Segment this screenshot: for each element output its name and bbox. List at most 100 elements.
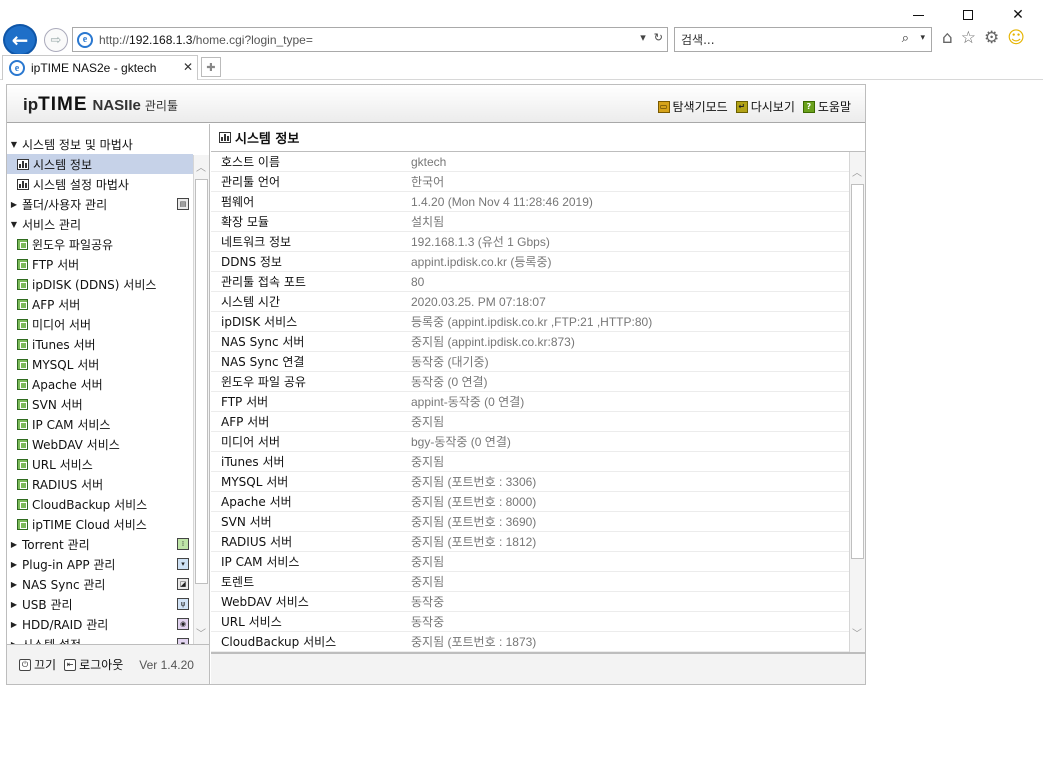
sidebar-item-cloudbackup[interactable]: CloudBackup 서비스: [7, 494, 193, 514]
version-label: Ver 1.4.20: [139, 657, 194, 672]
info-key: WebDAV 서비스: [221, 595, 309, 609]
chart-icon: [219, 132, 231, 143]
address-text[interactable]: http://192.168.1.3/home.cgi?login_type=: [99, 33, 313, 47]
logout-button[interactable]: ⇤ 로그아웃: [64, 656, 123, 673]
new-tab-button[interactable]: ✚: [201, 57, 221, 77]
back-button[interactable]: ←: [3, 24, 37, 56]
scroll-down-icon[interactable]: ﹀: [852, 625, 862, 640]
collapsed-arrow-icon: ▶: [10, 599, 18, 609]
sidebar-item-label: 시스템 정보 및 마법사: [22, 137, 133, 152]
favorites-star-icon[interactable]: ☆: [961, 28, 976, 48]
reload-label: 다시보기: [750, 100, 795, 114]
chart-icon: [17, 178, 29, 190]
sidebar-scrollbar[interactable]: ︿ ﹀: [193, 155, 209, 644]
info-value: 2020.03.25. PM 07:18:07: [411, 294, 546, 309]
power-off-button[interactable]: ⏻ 끄기: [19, 656, 56, 673]
content-footer: [211, 653, 865, 684]
sidebar-item-ftp[interactable]: FTP 서버: [7, 254, 193, 274]
sidebar-item-label: 서비스 관리: [22, 217, 82, 232]
sidebar-item-itunes[interactable]: iTunes 서버: [7, 334, 193, 354]
gear-icon[interactable]: ⚙: [984, 28, 999, 48]
logo-ip: ip: [23, 95, 39, 114]
info-value: 설치됨: [411, 215, 445, 229]
sidebar-item-windows-share[interactable]: 윈도우 파일공유: [7, 234, 193, 254]
service-icon: [17, 398, 28, 410]
smiley-feedback-icon[interactable]: ☺: [1007, 28, 1025, 48]
address-path: /home.cgi?login_type=: [192, 32, 313, 47]
sidebar-item-system-info[interactable]: 시스템 정보: [7, 154, 193, 174]
tab-nas[interactable]: e ipTIME NAS2e - gktech ✕: [2, 55, 198, 80]
iptime-logo: ip TIME NASIIe 관리툴: [23, 94, 178, 116]
sidebar-item-setup-wizard[interactable]: 시스템 설정 마법사: [7, 174, 193, 194]
reload-link[interactable]: ↵ 다시보기: [735, 98, 795, 115]
sidebar-item-apache[interactable]: Apache 서버: [7, 374, 193, 394]
close-window-button[interactable]: ✕: [993, 4, 1043, 26]
sidebar-item-ipdisk[interactable]: ipDISK (DDNS) 서비스: [7, 274, 193, 294]
info-key: RADIUS 서버: [221, 535, 293, 549]
info-key: 토렌트: [221, 575, 255, 589]
search-icon[interactable]: ⌕: [902, 31, 909, 46]
refresh-icon[interactable]: ↻: [654, 31, 663, 44]
info-value: appint-동작중 (0 연결): [411, 395, 525, 409]
scroll-down-icon[interactable]: ﹀: [196, 625, 206, 640]
sidebar-item-label: 시스템 설정: [22, 636, 81, 645]
info-key: 네트워크 정보: [221, 235, 292, 249]
scroll-up-icon[interactable]: ︿: [196, 159, 206, 174]
sidebar-item-system-settings[interactable]: ▶시스템 설정▪: [7, 634, 193, 644]
sidebar-item-system-info-wizard[interactable]: ▼ 시스템 정보 및 마법사: [7, 134, 193, 154]
explorer-mode-link[interactable]: ▭ 탐색기모드: [657, 98, 728, 115]
scroll-up-icon[interactable]: ︿: [852, 164, 862, 179]
sidebar-item-nas-sync[interactable]: ▶ NAS Sync 관리 ◪: [7, 574, 193, 594]
minimize-button[interactable]: [893, 4, 943, 26]
address-dropdown-icon[interactable]: ▾: [640, 31, 646, 44]
tab-close-icon[interactable]: ✕: [183, 60, 193, 74]
info-key: 펌웨어: [221, 195, 255, 209]
nas-app: ip TIME NASIIe 관리툴 ▭ 탐색기모드 ↵ 다시보기 ? 도움말 ▼ 시스…: [6, 84, 866, 685]
info-value: gktech: [411, 154, 447, 169]
sidebar-item-mysql[interactable]: MYSQL 서버: [7, 354, 193, 374]
info-value: 중지됨: [411, 455, 445, 469]
info-value: bgy-동작중 (0 연결): [411, 435, 511, 449]
window-controls: ✕: [893, 4, 1043, 26]
explorer-icon: ▭: [657, 100, 670, 113]
sidebar-item-hdd-raid[interactable]: ▶ HDD/RAID 관리 ◉: [7, 614, 193, 634]
info-key: NAS Sync 연결: [221, 355, 305, 369]
sidebar-scroll-thumb[interactable]: [195, 179, 208, 584]
service-icon: [17, 478, 28, 490]
service-icon: [17, 458, 28, 470]
home-icon[interactable]: ⌂: [942, 28, 953, 48]
forward-button[interactable]: ⇨: [44, 28, 68, 52]
sidebar-item-label: USB 관리: [22, 597, 73, 612]
table-row: MYSQL 서버 중지됨 (포트번호 : 3306): [211, 472, 851, 492]
sidebar-item-torrent[interactable]: ▶ Torrent 관리 ⁞: [7, 534, 193, 554]
content-panel: 시스템 정보 호스트 이름 gktech 관리툴 언어 한국어 펌웨어 1.4.20 (M…: [211, 124, 865, 684]
address-bar[interactable]: e http://192.168.1.3/home.cgi?login_type…: [72, 27, 668, 52]
sidebar-item-label: iTunes 서버: [32, 337, 96, 352]
search-dropdown-icon[interactable]: ▾: [920, 33, 925, 43]
header-links: ▭ 탐색기모드 ↵ 다시보기 ? 도움말: [657, 98, 851, 115]
sidebar-item-plugin[interactable]: ▶ Plug-in APP 관리 ▾: [7, 554, 193, 574]
search-input[interactable]: 검색... ⌕ ▾: [674, 27, 932, 52]
content-scroll-thumb[interactable]: [851, 184, 864, 559]
close-icon: ✕: [1012, 7, 1024, 23]
sidebar-item-iptime-cloud[interactable]: ipTIME Cloud 서비스: [7, 514, 193, 534]
info-value: 80: [411, 274, 425, 289]
sidebar-item-usb[interactable]: ▶ USB 관리 ψ: [7, 594, 193, 614]
maximize-button[interactable]: [943, 4, 993, 26]
sidebar-item-folder-user[interactable]: ▶ 폴더/사용자 관리 ▤: [7, 194, 193, 214]
power-off-label: 끄기: [34, 658, 57, 672]
sidebar-item-afp[interactable]: AFP 서버: [7, 294, 193, 314]
sidebar-item-media[interactable]: 미디어 서버: [7, 314, 193, 334]
collapsed-arrow-icon: ▶: [10, 199, 18, 209]
sidebar-item-radius[interactable]: RADIUS 서버: [7, 474, 193, 494]
sidebar-item-services[interactable]: ▼ 서비스 관리: [7, 214, 193, 234]
sidebar-item-svn[interactable]: SVN 서버: [7, 394, 193, 414]
sidebar-item-ipcam[interactable]: IP CAM 서비스: [7, 414, 193, 434]
info-key: CloudBackup 서비스: [221, 635, 337, 649]
sidebar-item-webdav[interactable]: WebDAV 서비스: [7, 434, 193, 454]
help-link[interactable]: ? 도움말: [802, 98, 851, 115]
table-row: AFP 서버 중지됨: [211, 412, 851, 432]
content-scrollbar[interactable]: ︿ ﹀: [849, 152, 865, 652]
info-value: 중지됨 (포트번호 : 8000): [411, 495, 537, 509]
sidebar-item-url[interactable]: URL 서비스: [7, 454, 193, 474]
